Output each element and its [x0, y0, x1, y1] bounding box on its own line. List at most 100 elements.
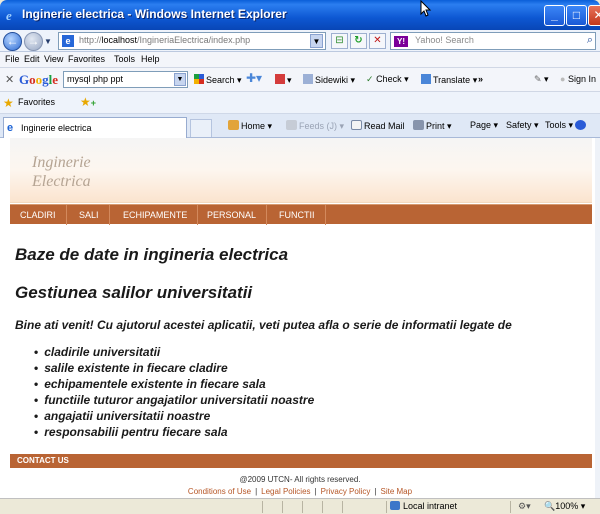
list-item: cladirile universitatii: [34, 344, 314, 360]
page-content: Inginerie Electrica CLADIRI SALI ECHIPAM…: [0, 138, 600, 498]
favorites-bar: ★ Favorites ★+: [0, 92, 600, 114]
window-titlebar: e Inginerie electrica - Windows Internet…: [0, 0, 600, 30]
bookmarks-button[interactable]: ▾: [275, 74, 292, 86]
maximize-button[interactable]: □: [566, 5, 587, 26]
site-map-link[interactable]: Site Map: [380, 487, 412, 496]
status-divider: [510, 501, 511, 513]
conditions-of-use-link[interactable]: Conditions of Use: [188, 487, 251, 496]
security-zone[interactable]: Local intranet: [390, 501, 457, 511]
window-title: Inginerie electrica - Windows Internet E…: [22, 7, 287, 21]
translate-icon: [421, 74, 431, 84]
google-search-icon: [194, 74, 204, 84]
add-to-favorites-bar-icon[interactable]: ★+: [80, 95, 96, 109]
settings-button[interactable]: ✎ ▾: [534, 74, 549, 85]
compatibility-view-button[interactable]: ⊟: [331, 33, 348, 49]
intro-text: Bine ati venit! Cu ajutorul acestei apli…: [15, 318, 512, 332]
page-menu-button[interactable]: Page ▾: [470, 120, 498, 131]
google-dropdown-icon[interactable]: ▼: [174, 73, 186, 86]
address-input[interactable]: e http://localhost/IngineriaElectrica/in…: [58, 32, 326, 50]
nav-sali[interactable]: SALI: [69, 205, 110, 225]
read-mail-button[interactable]: Read Mail: [351, 120, 405, 131]
mail-icon: [351, 120, 362, 130]
menu-file[interactable]: File: [5, 54, 20, 64]
list-item: functiile tuturor angajatilor universita…: [34, 392, 314, 408]
help-menu-button[interactable]: [575, 120, 588, 131]
tab-inginerie-electrica[interactable]: e Inginerie electrica: [3, 117, 187, 138]
search-input[interactable]: Y! Yahoo! Search ⌕: [390, 32, 596, 50]
protected-mode-icon[interactable]: ⚙▾: [518, 501, 531, 512]
home-icon: [228, 120, 239, 130]
tab-bar: e Inginerie electrica Home ▾ Feeds (J) ▾…: [0, 114, 600, 138]
menu-view[interactable]: View: [44, 54, 63, 64]
menu-bar: File Edit View Favorites Tools Help: [0, 52, 600, 68]
sidewiki-icon: [303, 74, 313, 84]
sidewiki-button[interactable]: Sidewiki ▾: [303, 74, 355, 86]
google-logo: Google: [19, 72, 59, 87]
favorites-star-icon[interactable]: ★: [3, 96, 14, 110]
intranet-icon: [390, 501, 400, 510]
spell-check-icon: ✓: [366, 74, 374, 84]
status-divider: [322, 501, 323, 513]
search-placeholder: Yahoo! Search: [415, 35, 474, 45]
list-item: angajatii universitatii noastre: [34, 408, 314, 424]
close-button[interactable]: ✕: [588, 5, 600, 26]
nav-echipamente[interactable]: ECHIPAMENTE: [113, 205, 199, 225]
translate-button[interactable]: Translate ▾: [421, 74, 477, 86]
menu-favorites[interactable]: Favorites: [68, 54, 105, 64]
google-toolbar: ✕ Google mysql php ppt ▼ Search ▾ ✚▾ ▾ S…: [0, 68, 600, 92]
minimize-button[interactable]: _: [544, 5, 565, 26]
recent-pages-dropdown-icon[interactable]: ▼: [44, 37, 52, 46]
tab-label: Inginerie electrica: [21, 123, 92, 133]
new-tab-button[interactable]: [190, 119, 212, 137]
google-search-button[interactable]: Search ▾: [194, 74, 242, 86]
tools-menu-button[interactable]: Tools ▾: [545, 120, 573, 131]
mouse-cursor-icon: [420, 0, 432, 17]
vertical-scrollbar[interactable]: [595, 138, 600, 498]
site-logo-line2[interactable]: Electrica: [32, 173, 91, 191]
page-icon: e: [62, 35, 74, 47]
sign-in-button[interactable]: ● Sign In: [560, 74, 596, 84]
search-icon[interactable]: ⌕: [587, 34, 593, 47]
menu-edit[interactable]: Edit: [24, 54, 40, 64]
zoom-level[interactable]: 🔍100% ▾: [544, 501, 585, 512]
printer-icon: [413, 120, 424, 130]
help-icon: [575, 120, 586, 130]
nav-cladiri[interactable]: CLADIRI: [10, 205, 67, 225]
yahoo-icon: Y!: [394, 36, 408, 47]
menu-help[interactable]: Help: [141, 54, 160, 64]
share-icon[interactable]: ✚▾: [246, 71, 262, 85]
print-button[interactable]: Print ▾: [413, 120, 452, 132]
menu-tools[interactable]: Tools: [114, 54, 135, 64]
footer-links: Conditions of Use | Legal Policies | Privacy…: [0, 487, 600, 496]
back-button[interactable]: ←: [3, 32, 22, 51]
google-search-input[interactable]: mysql php ppt ▼: [63, 71, 188, 88]
address-url: http://localhost/IngineriaElectrica/inde…: [79, 35, 251, 45]
favorites-button[interactable]: Favorites: [18, 97, 55, 107]
stop-button[interactable]: ✕: [369, 33, 386, 49]
status-divider: [386, 501, 387, 513]
privacy-policy-link[interactable]: Privacy Policy: [321, 487, 371, 496]
safety-menu-button[interactable]: Safety ▾: [506, 120, 539, 131]
more-button[interactable]: »: [478, 74, 483, 84]
nav-personal[interactable]: PERSONAL: [197, 205, 268, 225]
wrench-icon: ✎: [534, 74, 542, 84]
google-query: mysql php ppt: [67, 74, 124, 84]
separator: |: [314, 487, 317, 496]
refresh-button[interactable]: ↻: [350, 33, 367, 49]
page-subheading: Gestiunea salilor universitatii: [15, 283, 253, 302]
feature-list: cladirile universitatii salile existente…: [34, 344, 314, 440]
forward-button[interactable]: →: [24, 32, 43, 51]
contact-us-link[interactable]: CONTACT US: [17, 456, 69, 465]
address-dropdown-icon[interactable]: ▼: [310, 34, 323, 48]
close-toolbar-icon[interactable]: ✕: [5, 73, 14, 86]
spell-check-button[interactable]: ✓ Check ▾: [366, 74, 409, 85]
separator: |: [374, 487, 377, 496]
address-toolbar: ← → ▼ e http://localhost/IngineriaElectr…: [0, 30, 600, 52]
home-button[interactable]: Home ▾: [228, 120, 272, 132]
footer-bar: CONTACT US: [10, 454, 592, 468]
site-logo-line1[interactable]: Inginerie: [32, 154, 91, 172]
nav-functii[interactable]: FUNCTII: [269, 205, 326, 225]
separator: |: [255, 487, 258, 496]
legal-policies-link[interactable]: Legal Policies: [261, 487, 310, 496]
feeds-button[interactable]: Feeds (J) ▾: [286, 120, 344, 132]
